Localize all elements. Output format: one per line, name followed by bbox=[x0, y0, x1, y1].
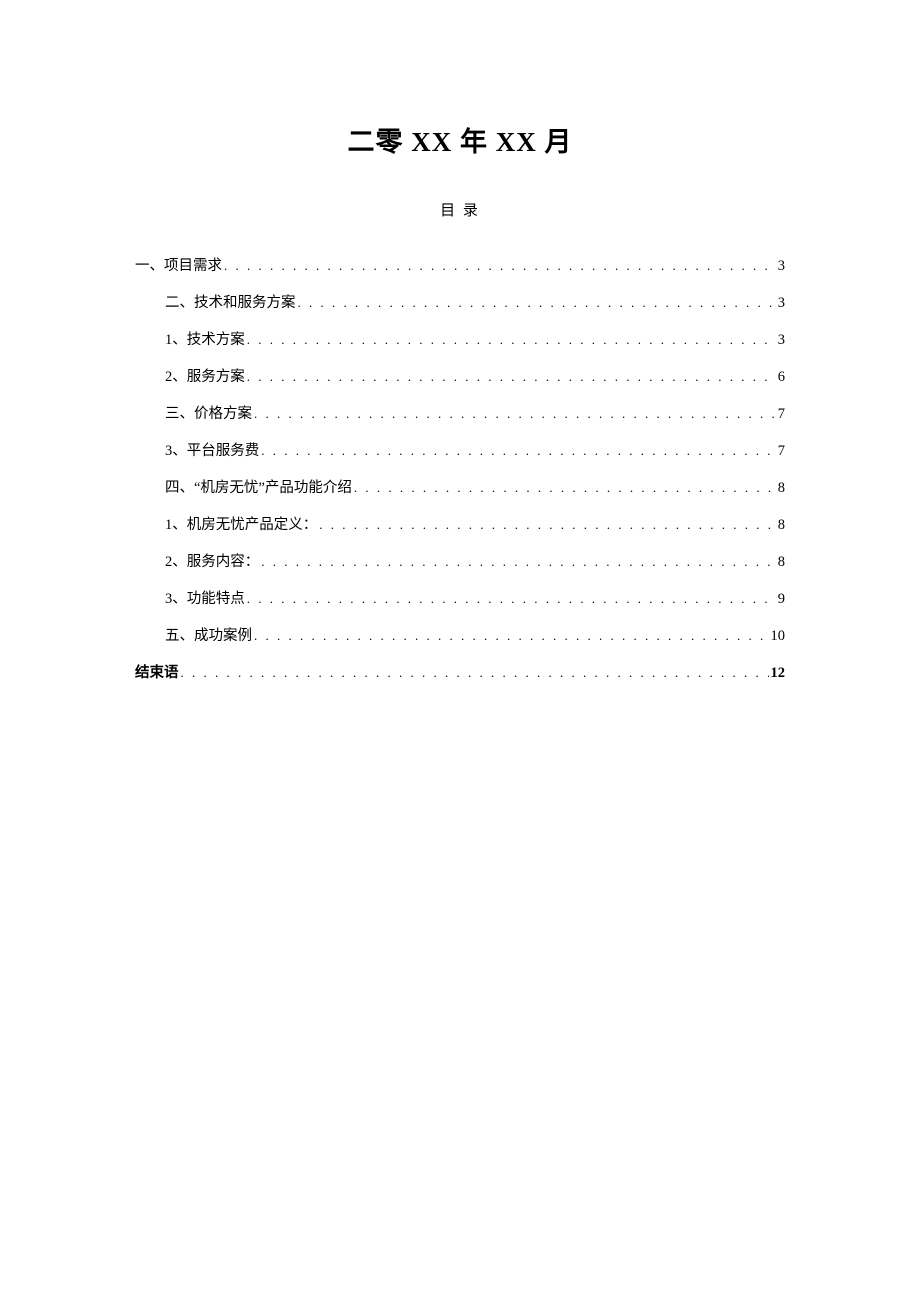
toc-entry-page: 8 bbox=[778, 544, 785, 581]
toc-entry-page: 8 bbox=[778, 470, 785, 507]
toc-entry-text: 五、成功案例 bbox=[165, 618, 252, 655]
toc-entry: 五、成功案例 . . . . . . . . . . . . . . . . .… bbox=[135, 618, 785, 655]
toc-entry-page: 9 bbox=[778, 581, 785, 618]
toc-entry: 3、平台服务费 . . . . . . . . . . . . . . . . … bbox=[135, 433, 785, 470]
toc-entry: 四、“机房无忧”产品功能介绍 . . . . . . . . . . . . .… bbox=[135, 470, 785, 507]
toc-leader-dots: . . . . . . . . . . . . . . . . . . . . … bbox=[254, 397, 776, 430]
toc-entry-text: 二、技术和服务方案 bbox=[165, 285, 296, 322]
toc-leader-dots: . . . . . . . . . . . . . . . . . . . . … bbox=[224, 249, 776, 282]
toc-entry-text: 三、价格方案 bbox=[165, 396, 252, 433]
toc-leader-dots: . . . . . . . . . . . . . . . . . . . . … bbox=[254, 619, 769, 652]
toc-entry: 结束语 . . . . . . . . . . . . . . . . . . … bbox=[135, 655, 785, 692]
toc-entry: 一、项目需求 . . . . . . . . . . . . . . . . .… bbox=[135, 248, 785, 285]
toc-entry-page: 7 bbox=[778, 433, 785, 470]
toc-entry-page: 10 bbox=[771, 618, 786, 655]
toc-entry-page: 7 bbox=[778, 396, 785, 433]
toc-leader-dots: . . . . . . . . . . . . . . . . . . . . … bbox=[261, 545, 776, 578]
toc-entry: 3、功能特点 . . . . . . . . . . . . . . . . .… bbox=[135, 581, 785, 618]
toc-leader-dots: . . . . . . . . . . . . . . . . . . . . … bbox=[247, 323, 776, 356]
toc-entry-text: 3、平台服务费 bbox=[165, 433, 259, 470]
toc-entry: 二、技术和服务方案 . . . . . . . . . . . . . . . … bbox=[135, 285, 785, 322]
toc-entry-page: 6 bbox=[778, 359, 785, 396]
toc-leader-dots: . . . . . . . . . . . . . . . . . . . . … bbox=[354, 471, 776, 504]
toc-entry-text: 2、服务方案 bbox=[165, 359, 245, 396]
toc-entry: 2、服务方案 . . . . . . . . . . . . . . . . .… bbox=[135, 359, 785, 396]
toc-leader-dots: . . . . . . . . . . . . . . . . . . . . … bbox=[247, 582, 776, 615]
toc-entry-text: 一、项目需求 bbox=[135, 248, 222, 285]
toc-entry-text: 3、功能特点 bbox=[165, 581, 245, 618]
toc-entry-page: 3 bbox=[778, 322, 785, 359]
toc-leader-dots: . . . . . . . . . . . . . . . . . . . . … bbox=[319, 508, 776, 541]
toc-entry-text: 2、服务内容： bbox=[165, 544, 259, 581]
toc-entry-text: 结束语 bbox=[135, 655, 179, 692]
toc-entry: 1、机房无忧产品定义： . . . . . . . . . . . . . . … bbox=[135, 507, 785, 544]
toc-entry-page: 12 bbox=[771, 655, 786, 692]
toc-entry: 2、服务内容： . . . . . . . . . . . . . . . . … bbox=[135, 544, 785, 581]
toc-entry-text: 1、技术方案 bbox=[165, 322, 245, 359]
toc-leader-dots: . . . . . . . . . . . . . . . . . . . . … bbox=[181, 656, 769, 689]
toc-entry-page: 8 bbox=[778, 507, 785, 544]
toc-entry-page: 3 bbox=[778, 248, 785, 285]
toc-leader-dots: . . . . . . . . . . . . . . . . . . . . … bbox=[247, 360, 776, 393]
toc-entry-text: 1、机房无忧产品定义： bbox=[165, 507, 317, 544]
toc-entry-text: 四、“机房无忧”产品功能介绍 bbox=[165, 470, 352, 507]
toc-leader-dots: . . . . . . . . . . . . . . . . . . . . … bbox=[261, 434, 776, 467]
toc-heading: 目 录 bbox=[135, 199, 785, 220]
table-of-contents: 一、项目需求 . . . . . . . . . . . . . . . . .… bbox=[135, 248, 785, 692]
document-title: 二零 XX 年 XX 月 bbox=[135, 120, 785, 159]
toc-entry: 三、价格方案 . . . . . . . . . . . . . . . . .… bbox=[135, 396, 785, 433]
toc-leader-dots: . . . . . . . . . . . . . . . . . . . . … bbox=[298, 286, 776, 319]
toc-entry-page: 3 bbox=[778, 285, 785, 322]
toc-entry: 1、技术方案 . . . . . . . . . . . . . . . . .… bbox=[135, 322, 785, 359]
